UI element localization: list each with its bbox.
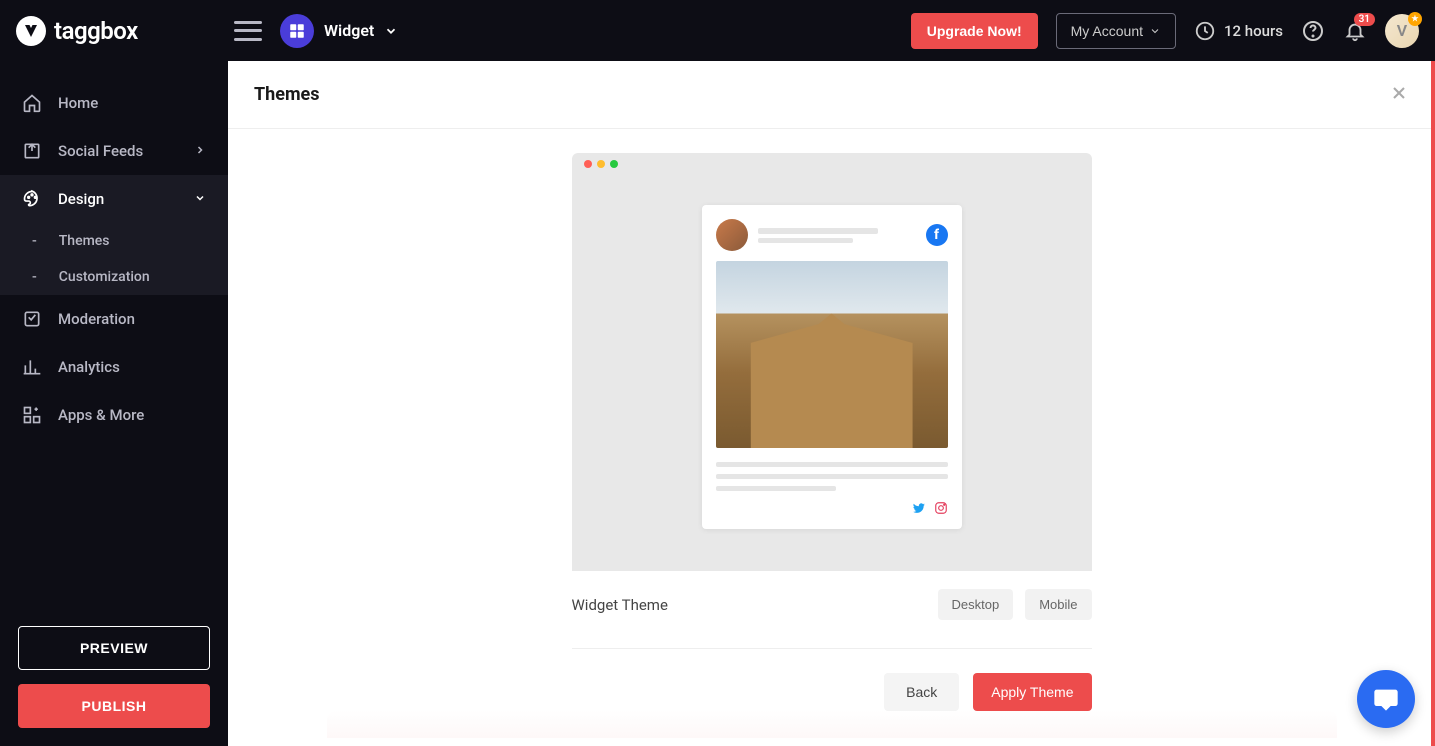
top-header: taggbox Widget Upgrade Now! My Account 1… bbox=[0, 0, 1435, 61]
panel-body: f bbox=[228, 129, 1435, 711]
card-image bbox=[716, 261, 948, 448]
upgrade-button[interactable]: Upgrade Now! bbox=[911, 13, 1038, 49]
chevron-down-icon bbox=[194, 190, 206, 208]
placeholder-line bbox=[716, 474, 948, 479]
logo-text: taggbox bbox=[54, 17, 138, 45]
preview-button[interactable]: PREVIEW bbox=[18, 626, 210, 670]
divider bbox=[572, 648, 1092, 649]
header-right: Upgrade Now! My Account 12 hours 31 V ★ bbox=[911, 13, 1419, 49]
card-meta bbox=[758, 228, 916, 243]
dash-icon: - bbox=[32, 269, 37, 285]
widget-icon bbox=[280, 14, 314, 48]
logo[interactable]: taggbox bbox=[16, 16, 226, 46]
apply-theme-button[interactable]: Apply Theme bbox=[973, 673, 1091, 711]
sidebar-item-moderation[interactable]: Moderation bbox=[0, 295, 228, 343]
menu-toggle-icon[interactable] bbox=[234, 21, 262, 41]
browser-dots bbox=[572, 153, 1092, 175]
sidebar-sub-customization[interactable]: - Customization bbox=[0, 259, 228, 295]
chevron-down-icon bbox=[384, 24, 398, 38]
chevron-down-icon bbox=[1149, 25, 1161, 37]
help-icon bbox=[1301, 19, 1325, 43]
sidebar-sub-label: Customization bbox=[59, 269, 150, 285]
sidebar-item-apps[interactable]: Apps & More bbox=[0, 391, 228, 439]
sidebar-sub-themes[interactable]: - Themes bbox=[0, 223, 228, 259]
sidebar-item-social-feeds[interactable]: Social Feeds bbox=[0, 127, 228, 175]
sidebar: Home Social Feeds Design - Themes - bbox=[0, 61, 228, 746]
chat-widget-button[interactable] bbox=[1357, 670, 1415, 728]
sidebar-label: Social Feeds bbox=[58, 142, 143, 160]
panel-title: Themes bbox=[254, 84, 320, 105]
sidebar-sub-label: Themes bbox=[59, 233, 110, 249]
sidebar-label: Design bbox=[58, 190, 104, 208]
close-icon bbox=[1389, 83, 1409, 103]
my-account-button[interactable]: My Account bbox=[1056, 13, 1176, 49]
social-card: f bbox=[702, 205, 962, 529]
time-text: 12 hours bbox=[1224, 22, 1283, 40]
sidebar-item-home[interactable]: Home bbox=[0, 79, 228, 127]
browser-content: f bbox=[572, 175, 1092, 571]
twitter-icon bbox=[912, 501, 926, 515]
logo-icon bbox=[16, 16, 46, 46]
moderation-icon bbox=[22, 309, 42, 329]
sidebar-label: Apps & More bbox=[58, 406, 144, 424]
feed-icon bbox=[22, 141, 42, 161]
sidebar-item-analytics[interactable]: Analytics bbox=[0, 343, 228, 391]
card-text bbox=[716, 462, 948, 491]
apps-icon bbox=[22, 405, 42, 425]
browser-frame: f bbox=[572, 153, 1092, 571]
placeholder-line bbox=[716, 462, 948, 467]
chevron-right-icon bbox=[194, 142, 206, 160]
analytics-icon bbox=[22, 357, 42, 377]
scrollbar[interactable] bbox=[1431, 61, 1435, 746]
avatar-star-icon: ★ bbox=[1408, 12, 1422, 26]
window-close-dot bbox=[584, 160, 592, 168]
home-icon bbox=[22, 93, 42, 113]
avatar-letter: V bbox=[1397, 21, 1407, 40]
close-button[interactable] bbox=[1389, 83, 1409, 107]
sidebar-label: Moderation bbox=[58, 310, 135, 328]
notifications-button[interactable]: 31 bbox=[1343, 19, 1367, 43]
theme-preview: f bbox=[572, 153, 1092, 571]
avatar[interactable]: V ★ bbox=[1385, 14, 1419, 48]
sidebar-footer: PREVIEW PUBLISH bbox=[0, 608, 228, 746]
facebook-icon: f bbox=[926, 224, 948, 246]
help-button[interactable] bbox=[1301, 19, 1325, 43]
card-header: f bbox=[716, 219, 948, 251]
account-label: My Account bbox=[1071, 23, 1143, 39]
card-footer-icons bbox=[716, 501, 948, 515]
dash-icon: - bbox=[32, 233, 37, 249]
widget-selector[interactable]: Widget bbox=[280, 14, 398, 48]
placeholder-line bbox=[758, 228, 878, 234]
theme-info-row: Widget Theme Desktop Mobile bbox=[572, 589, 1092, 620]
instagram-icon bbox=[934, 501, 948, 515]
window-min-dot bbox=[597, 160, 605, 168]
time-remaining: 12 hours bbox=[1194, 20, 1283, 42]
notification-badge: 31 bbox=[1354, 13, 1375, 26]
main-panel: Themes bbox=[228, 61, 1435, 746]
sidebar-item-design[interactable]: Design bbox=[0, 175, 228, 223]
widget-label: Widget bbox=[324, 21, 374, 40]
clock-icon bbox=[1194, 20, 1216, 42]
placeholder-line bbox=[716, 486, 837, 491]
action-row: Back Apply Theme bbox=[572, 673, 1092, 711]
bottom-gradient bbox=[327, 710, 1337, 738]
sidebar-label: Analytics bbox=[58, 358, 120, 376]
device-tabs: Desktop Mobile bbox=[938, 589, 1092, 620]
card-avatar bbox=[716, 219, 748, 251]
publish-button[interactable]: PUBLISH bbox=[18, 684, 210, 728]
panel-header: Themes bbox=[228, 61, 1435, 129]
design-icon bbox=[22, 189, 42, 209]
placeholder-line bbox=[758, 238, 853, 243]
window-max-dot bbox=[610, 160, 618, 168]
back-button[interactable]: Back bbox=[884, 673, 959, 711]
chat-icon bbox=[1372, 685, 1400, 713]
sidebar-label: Home bbox=[58, 94, 98, 112]
device-tab-mobile[interactable]: Mobile bbox=[1025, 589, 1091, 620]
theme-name: Widget Theme bbox=[572, 596, 668, 614]
device-tab-desktop[interactable]: Desktop bbox=[938, 589, 1014, 620]
